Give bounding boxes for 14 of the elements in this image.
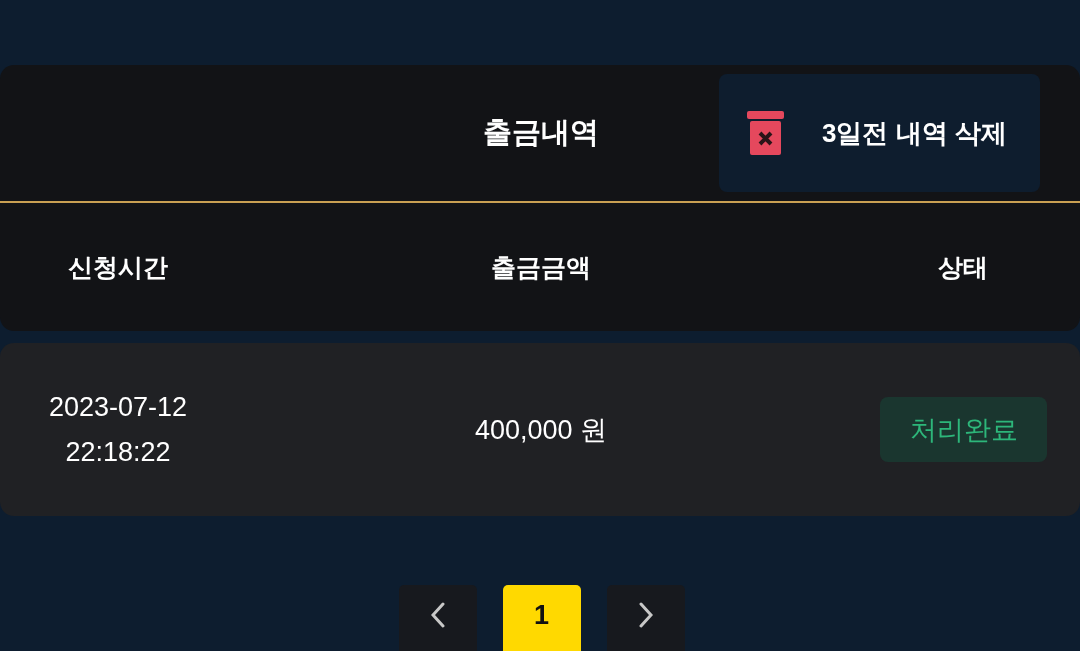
delete-history-button[interactable]: 3일전 내역 삭제 (719, 74, 1040, 192)
previous-page-button[interactable] (398, 585, 477, 651)
next-page-button[interactable] (606, 585, 685, 651)
column-header: 출금금액 (491, 251, 591, 283)
status-badge: 처리완료 (880, 397, 1047, 462)
chevron-left-icon (430, 602, 445, 628)
withdrawal-amount: 400,000 원 (474, 413, 608, 447)
page-title: 출금내역 (483, 115, 599, 150)
column-header: 신청시간 (68, 251, 168, 283)
page-number-button[interactable]: 1 (502, 585, 581, 651)
request-time: 2023-07-12 22:18:22 (47, 390, 189, 469)
column-header: 상태 (938, 251, 988, 283)
trash-icon (747, 111, 784, 155)
chevron-right-icon (638, 602, 653, 628)
